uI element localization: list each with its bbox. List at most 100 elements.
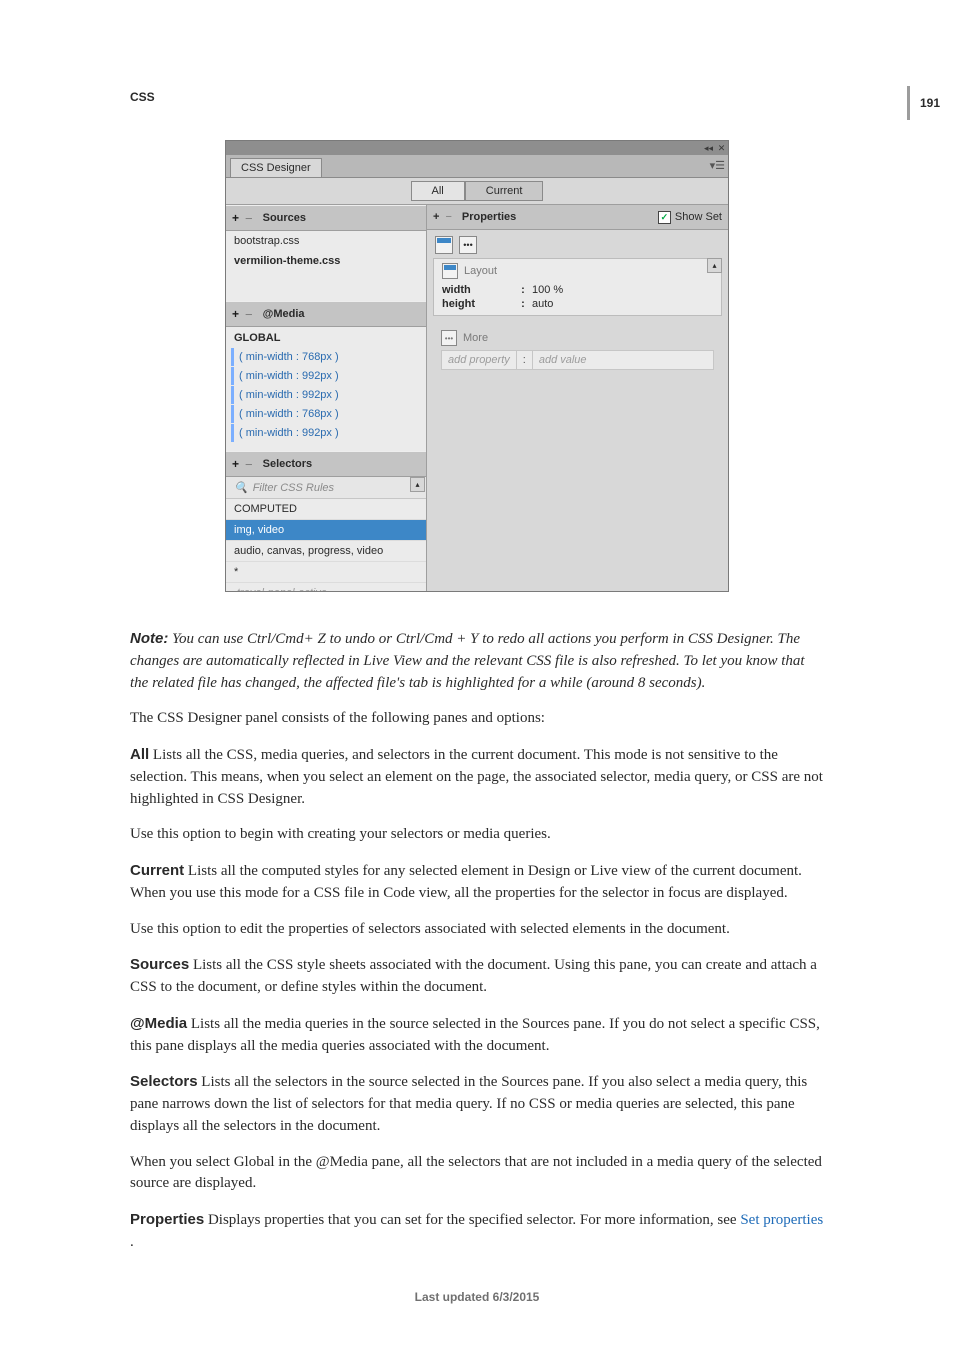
mode-all-button[interactable]: All <box>411 181 465 201</box>
properties-title: Properties <box>462 211 516 223</box>
more-icon: ••• <box>441 330 457 346</box>
panel-tabs: CSS Designer ▾☰ <box>226 155 728 178</box>
selector-item[interactable]: * <box>226 562 426 583</box>
search-icon: 🔍 <box>234 481 248 494</box>
footer-last-updated: Last updated 6/3/2015 <box>0 1290 954 1304</box>
selectors-header: + − Selectors <box>226 451 426 477</box>
intro-paragraph: The CSS Designer panel consists of the f… <box>130 708 824 730</box>
def-properties: Properties Displays properties that you … <box>130 1209 824 1254</box>
add-media-icon[interactable]: + <box>232 307 239 321</box>
panel-columns: + − Sources bootstrap.css vermilion-them… <box>226 205 728 591</box>
media-header: + − @Media <box>226 301 426 327</box>
layout-group-title: Layout <box>442 263 713 279</box>
note-text: You can use Ctrl/Cmd+ Z to undo or Ctrl/… <box>130 631 805 691</box>
page-number-box: 191 <box>907 86 954 120</box>
selector-item[interactable]: COMPUTED <box>226 499 426 520</box>
remove-source-icon[interactable]: − <box>245 211 253 226</box>
sources-header: + − Sources <box>226 205 426 231</box>
layout-label: Layout <box>464 265 497 277</box>
section-label: CSS <box>130 90 824 104</box>
filter-css-input[interactable]: 🔍 Filter CSS Rules <box>226 477 426 499</box>
selector-item[interactable]: img, video <box>226 520 426 541</box>
properties-header: + − Properties ✓ Show Set <box>427 205 728 230</box>
note-paragraph: Note: You can use Ctrl/Cmd+ Z to undo or… <box>130 628 824 694</box>
collapse-icon[interactable]: ◂◂ <box>704 144 713 153</box>
term-all: All <box>130 746 149 763</box>
term-media: @Media <box>130 1015 187 1032</box>
mode-current-button[interactable]: Current <box>465 181 544 201</box>
media-global[interactable]: GLOBAL <box>226 329 426 347</box>
def-selectors-extra: When you select Global in the @Media pan… <box>130 1152 824 1196</box>
term-selectors: Selectors <box>130 1073 198 1090</box>
page-number: 191 <box>920 96 954 110</box>
panel-figure: ◂◂ ✕ CSS Designer ▾☰ All Current + − Sou… <box>130 140 824 592</box>
remove-media-icon[interactable]: − <box>245 307 253 322</box>
tab-css-designer[interactable]: CSS Designer <box>230 158 322 177</box>
colon: : <box>518 284 528 296</box>
source-item[interactable]: vermilion-theme.css <box>226 251 426 271</box>
filter-placeholder: Filter CSS Rules <box>253 482 334 494</box>
close-icon[interactable]: ✕ <box>717 144 726 153</box>
media-list: GLOBAL ( min-width : 768px ) ( min-width… <box>226 327 426 451</box>
media-title: @Media <box>263 308 305 320</box>
def-media: @Media Lists all the media queries in th… <box>130 1013 824 1058</box>
def-selectors: Selectors Lists all the selectors in the… <box>130 1071 824 1137</box>
selector-item[interactable]: audio, canvas, progress, video <box>226 541 426 562</box>
add-value-placeholder: add value <box>533 351 593 369</box>
term-current: Current <box>130 862 184 879</box>
add-selector-icon[interactable]: + <box>232 457 239 471</box>
selector-item-cutoff: .travel-panel-active <box>226 583 426 591</box>
term-properties: Properties <box>130 1211 204 1228</box>
def-current: Current Lists all the computed styles fo… <box>130 860 824 905</box>
media-query-item[interactable]: ( min-width : 992px ) <box>231 386 421 404</box>
media-query-item[interactable]: ( min-width : 992px ) <box>231 424 421 442</box>
scroll-up-icon[interactable]: ▴ <box>410 477 425 492</box>
panel-left-column: + − Sources bootstrap.css vermilion-them… <box>226 205 427 591</box>
sources-title: Sources <box>263 212 306 224</box>
property-row[interactable]: height : auto <box>442 297 713 311</box>
sources-list: bootstrap.css vermilion-theme.css <box>226 231 426 301</box>
def-sources-text: Lists all the CSS style sheets associate… <box>130 957 817 995</box>
property-key: height <box>442 298 514 310</box>
property-value: 100 % <box>532 284 563 296</box>
media-query-item[interactable]: ( min-width : 992px ) <box>231 367 421 385</box>
layout-category-icon[interactable] <box>435 236 453 254</box>
body-text: Note: You can use Ctrl/Cmd+ Z to undo or… <box>130 628 824 1254</box>
source-item[interactable]: bootstrap.css <box>226 231 426 251</box>
properties-category-icons: ••• <box>427 230 728 256</box>
remove-selector-icon[interactable]: − <box>245 457 253 472</box>
def-current-extra: Use this option to edit the properties o… <box>130 919 824 941</box>
more-group-title: ••• More <box>433 328 722 348</box>
more-category-icon[interactable]: ••• <box>459 236 477 254</box>
panel-titlebar: ◂◂ ✕ <box>226 141 728 155</box>
panel-menu-icon[interactable]: ▾☰ <box>710 159 725 172</box>
document-page: 191 CSS ◂◂ ✕ CSS Designer ▾☰ All Current… <box>0 0 954 1350</box>
remove-property-icon[interactable]: − <box>445 211 451 223</box>
def-media-text: Lists all the media queries in the sourc… <box>130 1016 820 1054</box>
layout-group: ▴ Layout width : 100 % height : <box>433 258 722 316</box>
link-set-properties[interactable]: Set properties <box>740 1212 823 1228</box>
more-label: More <box>463 332 488 344</box>
panel-right-column: + − Properties ✓ Show Set ••• ▴ <box>427 205 728 591</box>
scroll-up-icon[interactable]: ▴ <box>707 258 722 273</box>
media-query-item[interactable]: ( min-width : 768px ) <box>231 348 421 366</box>
page-number-bar <box>907 86 910 120</box>
property-key: width <box>442 284 514 296</box>
show-set-toggle[interactable]: ✓ Show Set <box>658 211 722 224</box>
def-selectors-text: Lists all the selectors in the source se… <box>130 1074 807 1134</box>
add-source-icon[interactable]: + <box>232 211 239 225</box>
layout-icon <box>442 263 458 279</box>
add-property-row[interactable]: add property : add value <box>441 350 714 370</box>
property-row[interactable]: width : 100 % <box>442 283 713 297</box>
checkbox-checked-icon: ✓ <box>658 211 671 224</box>
media-query-item[interactable]: ( min-width : 768px ) <box>231 405 421 423</box>
def-all-extra: Use this option to begin with creating y… <box>130 824 824 846</box>
add-property-icon[interactable]: + <box>433 211 439 223</box>
selectors-title: Selectors <box>263 458 313 470</box>
def-all: All Lists all the CSS, media queries, an… <box>130 744 824 810</box>
selectors-list: ▴ 🔍 Filter CSS Rules COMPUTED img, video… <box>226 477 426 591</box>
property-value: auto <box>532 298 553 310</box>
more-group: ••• More add property : add value <box>433 326 722 374</box>
colon: : <box>518 298 528 310</box>
def-sources: Sources Lists all the CSS style sheets a… <box>130 954 824 999</box>
